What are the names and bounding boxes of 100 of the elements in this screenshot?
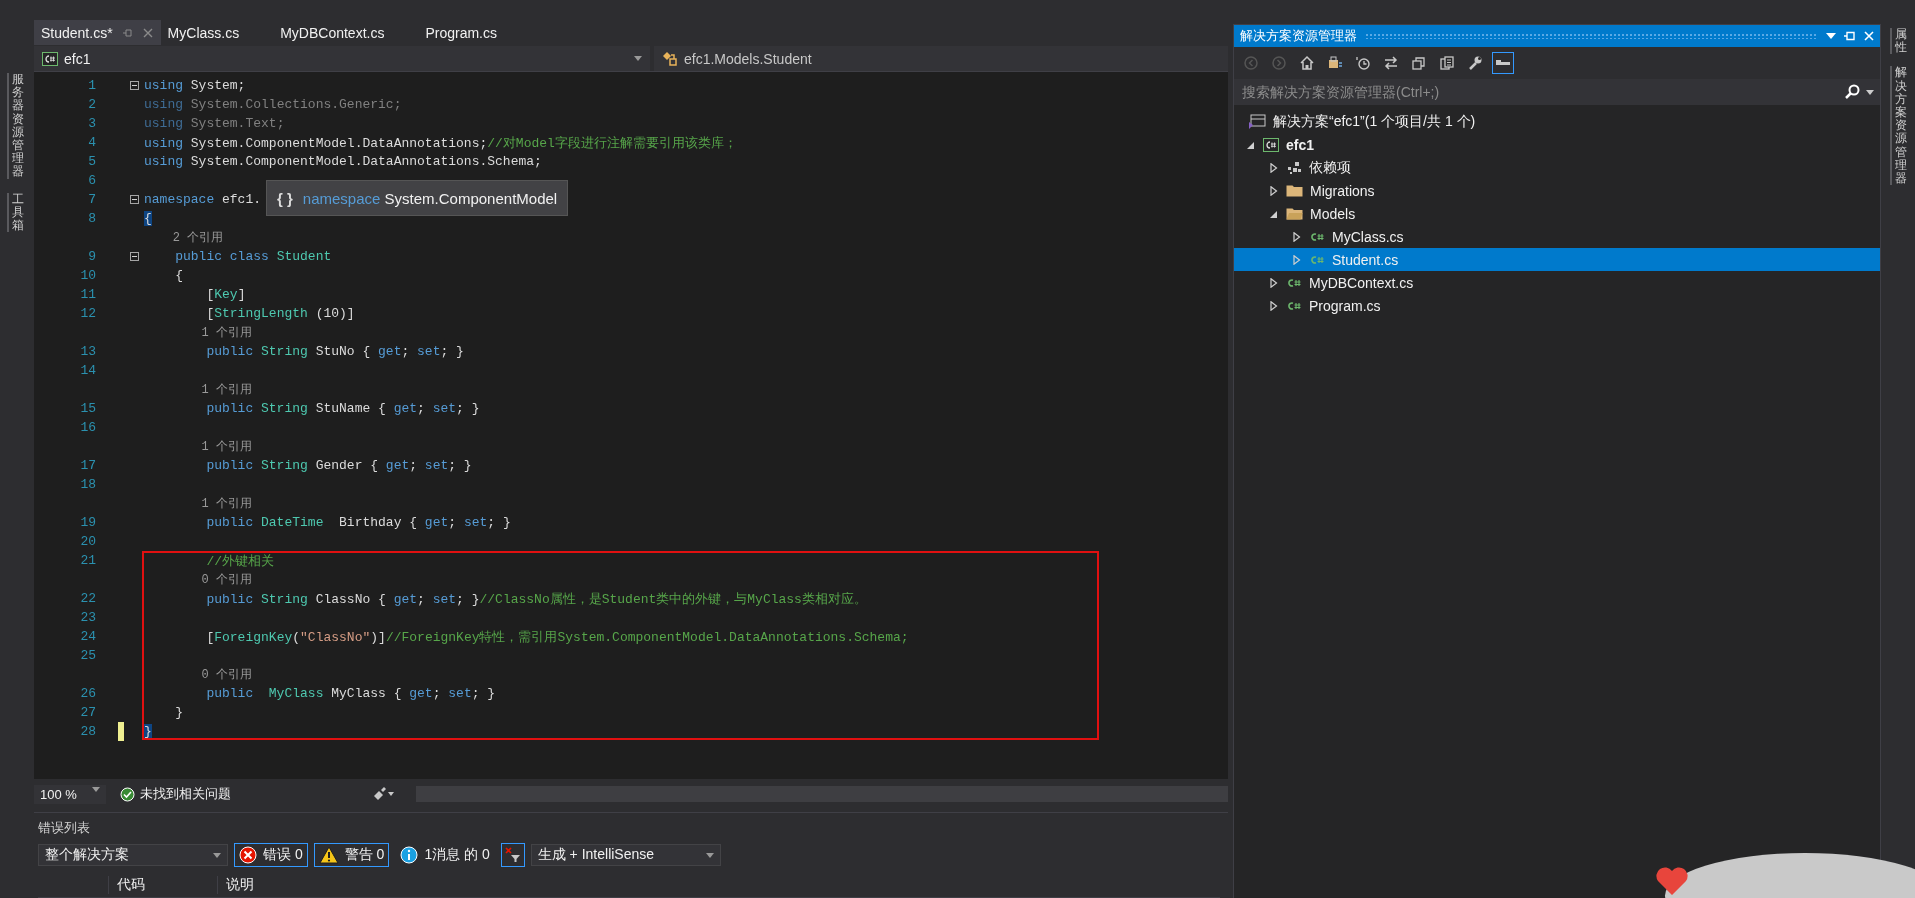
heart-icon <box>1655 866 1689 896</box>
tree-item[interactable]: Student.cs <box>1234 248 1880 271</box>
code-line: { <box>174 268 183 283</box>
toolbar-button[interactable] <box>1492 52 1514 74</box>
code-file-icon <box>1309 253 1325 266</box>
tree-item[interactable]: Migrations <box>1234 179 1880 202</box>
code-line: public class Student <box>174 249 332 264</box>
filter-toggle[interactable]: 错误 0 <box>234 843 308 867</box>
filter-button[interactable] <box>500 843 525 867</box>
reference-count[interactable]: 2 个引用 <box>144 231 224 245</box>
code-line: using System; <box>144 78 246 93</box>
document-tab[interactable]: MyDBContext.cs <box>273 20 419 45</box>
project-dropdown[interactable]: efc1 <box>34 46 650 71</box>
line-number: 24 <box>79 629 97 644</box>
tree-item[interactable]: 依赖项 <box>1234 156 1880 179</box>
line-number: 16 <box>79 420 97 435</box>
line-number: 17 <box>79 458 97 473</box>
collapsed-arrow-icon[interactable] <box>1270 162 1278 173</box>
issues-status[interactable]: 未找到相关问题 <box>140 785 231 803</box>
panel-title: 错误列表 <box>38 819 91 837</box>
code-line: public MyClass MyClass { get; set; } <box>205 686 496 701</box>
side-tab[interactable]: 属性 <box>1889 28 1907 55</box>
project-icon <box>1263 137 1279 152</box>
filter-toggle[interactable]: 1消息 的 0 <box>395 843 495 867</box>
caret-icon <box>634 56 642 61</box>
reference-count[interactable]: 1 个引用 <box>144 440 252 454</box>
document-tab[interactable]: Program.cs <box>418 20 531 45</box>
tree-item[interactable]: MyDBContext.cs <box>1234 271 1880 294</box>
code-line: //外键相关 <box>205 553 274 569</box>
brush-icon[interactable] <box>372 787 394 801</box>
document-tab[interactable]: MyClass.cs <box>160 20 274 45</box>
dependencies-icon <box>1286 160 1302 175</box>
scope-dropdown[interactable]: 整个解决方案 <box>38 844 228 866</box>
reference-count[interactable]: 1 个引用 <box>144 383 252 397</box>
code-file-icon <box>1309 230 1325 243</box>
solution-icon <box>1248 113 1266 130</box>
line-number: 11 <box>79 287 97 302</box>
folder-sync-icon <box>1327 55 1343 71</box>
line-number: 2 <box>87 97 97 112</box>
line-number: 14 <box>79 363 97 378</box>
collapse-icon[interactable] <box>129 81 139 90</box>
line-number: 22 <box>79 591 97 606</box>
source-dropdown[interactable]: 生成 + IntelliSense <box>530 844 721 866</box>
tree-item[interactable]: Program.cs <box>1234 294 1880 317</box>
code-line: } <box>174 705 183 720</box>
code-file-icon <box>1286 276 1302 289</box>
collapsed-arrow-icon[interactable] <box>1270 185 1278 196</box>
collapsed-arrow-icon[interactable] <box>1293 231 1301 242</box>
code-line: public String ClassNo { get; set; }//ClassNo属性，是Student类中的外键，与MyClass类相对应。 <box>205 591 867 607</box>
side-tab[interactable]: 服务器资源管理器 <box>6 73 24 179</box>
line-number: 26 <box>79 686 97 701</box>
collapsed-arrow-icon[interactable] <box>1270 277 1278 288</box>
reference-count[interactable]: 1 个引用 <box>144 326 252 340</box>
search-icon[interactable] <box>1844 84 1860 100</box>
close-icon[interactable] <box>142 27 153 38</box>
swap-arrows-icon <box>1383 55 1399 71</box>
folder-icon <box>1286 184 1303 197</box>
line-number: 20 <box>79 534 97 549</box>
code-line: using System.Collections.Generic; <box>144 97 402 112</box>
line-number: 19 <box>79 515 97 530</box>
line-number: 5 <box>87 154 97 169</box>
line-number: 15 <box>79 401 97 416</box>
collapse-icon[interactable] <box>129 252 139 261</box>
tree-item[interactable]: Models <box>1234 202 1880 225</box>
line-number: 28 <box>79 724 97 739</box>
search-box[interactable]: 搜索解决方案资源管理器(Ctrl+;) <box>1234 79 1880 105</box>
caret-icon[interactable] <box>1866 89 1874 95</box>
column-header[interactable]: 说明 <box>217 876 326 894</box>
filter-toggle[interactable]: 警告 0 <box>313 843 390 867</box>
line-number: 21 <box>79 553 97 568</box>
reference-count[interactable]: 0 个引用 <box>144 668 252 682</box>
side-tab[interactable]: 解决方案资源管理器 <box>1889 66 1907 186</box>
side-tab[interactable]: 工具箱 <box>6 192 24 233</box>
line-number: 1 <box>87 78 97 93</box>
line-number: 4 <box>87 135 97 150</box>
code-line: [Key] <box>205 287 246 302</box>
reference-count[interactable]: 0 个引用 <box>144 573 252 587</box>
zoom-dropdown[interactable]: 100 % <box>34 784 106 804</box>
document-tab[interactable]: Student.cs* <box>34 20 161 45</box>
info-icon <box>400 846 419 864</box>
filter-icon <box>504 847 521 863</box>
tree-item[interactable]: 解决方案“efc1”(1 个项目/共 1 个) <box>1234 110 1880 133</box>
tree-item[interactable]: MyClass.cs <box>1234 225 1880 248</box>
pin-icon[interactable] <box>1844 31 1856 41</box>
collapsed-arrow-icon[interactable] <box>1270 300 1278 311</box>
check-icon <box>120 786 135 802</box>
line-number: 25 <box>79 648 97 663</box>
collapse-icon[interactable] <box>129 195 139 204</box>
code-line: using System.ComponentModel.DataAnnotations.Schema; <box>144 154 542 169</box>
dropdown-icon[interactable] <box>1826 33 1836 39</box>
reference-count[interactable]: 1 个引用 <box>144 497 252 511</box>
tree-item[interactable]: efc1 <box>1234 133 1880 156</box>
line-number: 3 <box>87 116 97 131</box>
code-line: using System.ComponentModel.DataAnnotations;//对Model字段进行注解需要引用该类库； <box>144 135 737 151</box>
column-header[interactable]: 代码 <box>108 876 217 894</box>
caret-icon <box>92 786 100 792</box>
forward-icon <box>1271 55 1287 71</box>
search-field[interactable]: 搜索解决方案资源管理器(Ctrl+;) <box>1240 83 1838 101</box>
type-dropdown[interactable]: efc1.Models.Student <box>654 46 1228 71</box>
code-line: namespace efc1. <box>144 192 262 207</box>
